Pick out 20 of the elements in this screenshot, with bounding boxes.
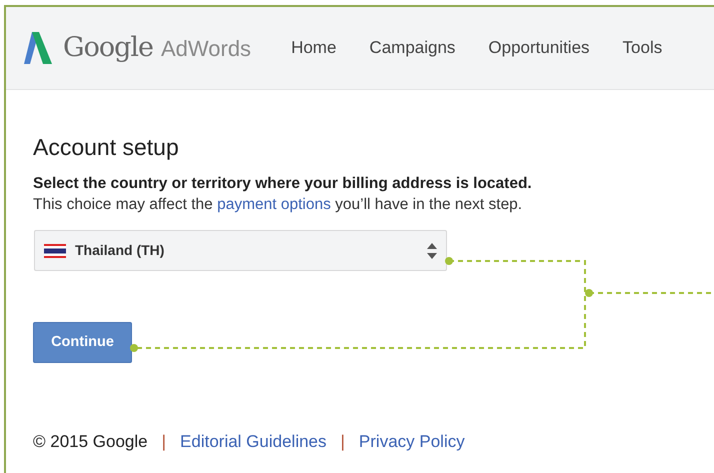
sort-arrows-icon — [427, 242, 437, 258]
footer-link[interactable]: Editorial Guidelines — [180, 429, 326, 454]
footer-link[interactable]: Privacy Policy — [358, 429, 465, 454]
logo-text: Google — [63, 30, 153, 65]
country-select[interactable]: Thailand (TH) — [34, 230, 447, 271]
logo-text: AdWords — [160, 34, 252, 62]
separator: | — [340, 431, 345, 453]
copyright-text: © 2015 Google — [33, 431, 148, 453]
flag-icon — [44, 244, 66, 258]
logo-icon — [24, 32, 52, 64]
nav-link[interactable]: Tools — [622, 35, 662, 61]
nav-link[interactable]: Campaigns — [369, 35, 456, 61]
separator: | — [162, 431, 166, 453]
payment-options-link[interactable]: payment options — [217, 196, 331, 213]
note-text: This choice may affect the payment options you’ll have in the next step. — [33, 195, 524, 215]
continue-button[interactable]: Continue — [33, 322, 132, 363]
nav-link[interactable]: Home — [291, 35, 336, 61]
page-title: Account setup — [33, 133, 180, 162]
instruction-text: Select the country or territory where your billing address is located. — [33, 174, 533, 194]
nav-link[interactable]: Opportunities — [488, 35, 590, 61]
